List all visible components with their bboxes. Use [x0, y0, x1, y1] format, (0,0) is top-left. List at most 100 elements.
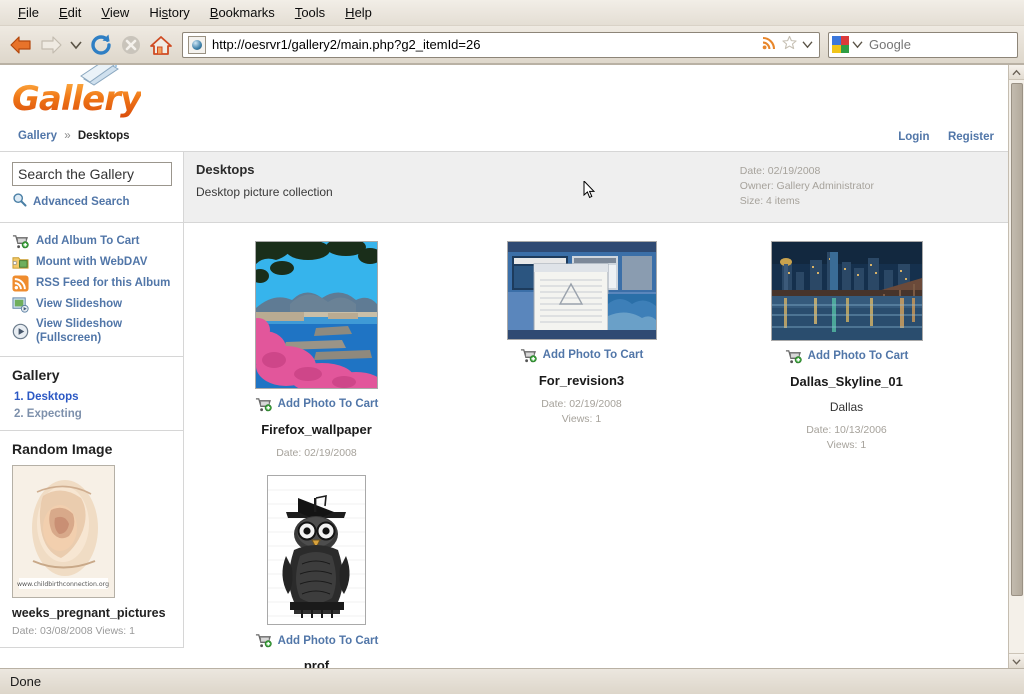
menu-tools[interactable]: Tools: [285, 3, 335, 22]
gallery-logo-text: Gallery: [12, 79, 142, 119]
chevron-down-icon[interactable]: [802, 36, 813, 54]
add-photo-to-cart-link[interactable]: Add Photo To Cart: [278, 398, 379, 410]
chevron-down-icon[interactable]: [852, 36, 863, 54]
add-photo-to-cart-link[interactable]: Add Photo To Cart: [808, 350, 909, 362]
item-views: Views: 1: [561, 413, 602, 426]
status-text: Done: [10, 674, 42, 689]
sidebar: Advanced Search: [0, 152, 184, 648]
action-label[interactable]: Add Album To Cart: [36, 234, 140, 248]
back-button[interactable]: [6, 30, 36, 60]
album-main: Desktops Desktop picture collection Date…: [184, 152, 1008, 668]
scroll-up-button[interactable]: [1008, 65, 1024, 80]
album-date: Date: 02/19/2008: [739, 165, 821, 177]
stop-button[interactable]: [116, 30, 146, 60]
search-input[interactable]: [863, 36, 1024, 53]
register-link[interactable]: Register: [948, 131, 994, 143]
album-item: Add Photo To Cart Firefox_wallpaper Date…: [184, 237, 449, 472]
menu-help[interactable]: Help: [335, 3, 382, 22]
chevron-up-icon: [1012, 69, 1021, 75]
browser-search-box[interactable]: [828, 31, 1024, 58]
menu-history[interactable]: History: [139, 3, 199, 22]
gallery-search-input[interactable]: [12, 162, 172, 186]
item-title[interactable]: Dallas_Skyline_01: [790, 374, 903, 389]
random-image-thumbnail[interactable]: www.childbirthconnection.org: [12, 464, 115, 598]
cart-add-icon: [12, 233, 29, 250]
item-date: Date: 10/13/2006: [806, 423, 887, 436]
action-rss-feed[interactable]: RSS Feed for this Album: [12, 275, 173, 292]
album-metadata: Date: 02/19/2008 Owner: Gallery Administ…: [740, 162, 994, 210]
menu-bar: File Edit View History Bookmarks Tools H…: [0, 0, 1024, 26]
reload-button[interactable]: [86, 30, 116, 60]
add-to-cart-row[interactable]: Add Photo To Cart: [255, 632, 379, 649]
scrollbar-thumb[interactable]: [1010, 83, 1023, 596]
item-meta: Date: 10/13/2006 Views: 1: [806, 423, 887, 455]
forward-button[interactable]: [36, 30, 66, 60]
add-photo-to-cart-link[interactable]: Add Photo To Cart: [278, 635, 379, 647]
advanced-search-link[interactable]: Advanced Search: [33, 196, 130, 208]
rss-icon: [12, 275, 29, 292]
login-link[interactable]: Login: [898, 131, 929, 143]
menu-bookmarks[interactable]: Bookmarks: [200, 3, 285, 22]
action-label[interactable]: RSS Feed for this Album: [36, 276, 170, 290]
history-dropdown-button[interactable]: [66, 30, 86, 60]
sidebar-album-desktops[interactable]: 1. Desktops: [14, 391, 173, 403]
action-view-slideshow[interactable]: View Slideshow: [12, 296, 173, 313]
menu-file[interactable]: File: [8, 3, 49, 22]
slideshow-icon: [12, 296, 29, 313]
menu-edit[interactable]: Edit: [49, 3, 91, 22]
rss-icon[interactable]: [762, 35, 777, 55]
action-add-album-to-cart[interactable]: Add Album To Cart: [12, 233, 173, 250]
item-title[interactable]: Firefox_wallpaper: [261, 422, 372, 437]
action-mount-with-webdav[interactable]: Mount with WebDAV: [12, 254, 173, 271]
action-view-slideshow-fullscreen[interactable]: View Slideshow (Fullscreen): [12, 317, 173, 346]
album-item-grid: Add Photo To Cart Firefox_wallpaper Date…: [184, 223, 1008, 668]
dallas-skyline-thumbnail: [771, 241, 922, 340]
home-button[interactable]: [146, 30, 176, 60]
add-to-cart-row[interactable]: Add Photo To Cart: [520, 347, 644, 364]
cart-add-icon: [255, 632, 272, 649]
google-icon[interactable]: [832, 36, 849, 53]
album-header: Desktops Desktop picture collection Date…: [184, 152, 1008, 223]
star-icon[interactable]: [782, 35, 797, 55]
add-to-cart-row[interactable]: Add Photo To Cart: [255, 396, 379, 413]
desktop-screenshot-thumbnail: [507, 241, 656, 339]
url-text[interactable]: http://oesrvr1/gallery2/main.php?g2_item…: [210, 37, 762, 52]
album-size: Size: 4 items: [739, 195, 800, 208]
add-photo-to-cart-link[interactable]: Add Photo To Cart: [543, 349, 644, 361]
action-label[interactable]: Mount with WebDAV: [36, 255, 147, 269]
action-label[interactable]: View Slideshow (Fullscreen): [36, 317, 164, 346]
scrollbar-track[interactable]: [1008, 80, 1024, 653]
breadcrumb-root[interactable]: Gallery: [18, 130, 57, 142]
page-title: Desktops: [196, 162, 255, 177]
item-title[interactable]: prof: [304, 658, 329, 668]
bay-landscape-thumbnail: [256, 241, 377, 388]
logo-sparkle-icon: [80, 65, 119, 86]
sidebar-actions-block: Add Album To Cart Mount with WebDAV RSS …: [0, 223, 183, 357]
gallery-logo[interactable]: Gallery: [0, 65, 1008, 123]
album-description: Desktop picture collection: [196, 185, 333, 199]
status-bar: Done: [0, 668, 1024, 694]
album-owner: Owner: Gallery Administrator: [739, 180, 874, 193]
play-circle-icon: [12, 323, 29, 340]
vertical-scrollbar[interactable]: [1008, 65, 1024, 668]
add-to-cart-row[interactable]: Add Photo To Cart: [785, 348, 909, 365]
url-bar[interactable]: http://oesrvr1/gallery2/main.php?g2_item…: [182, 31, 820, 58]
item-thumbnail-link[interactable]: [770, 240, 923, 341]
item-thumbnail-link[interactable]: [506, 240, 657, 340]
menu-view[interactable]: View: [91, 3, 139, 22]
action-label[interactable]: View Slideshow: [36, 297, 122, 311]
scroll-down-button[interactable]: [1008, 653, 1024, 668]
album-item: Add Photo To Cart prof Date: 02/20/2008: [184, 471, 449, 668]
sidebar-album-expecting[interactable]: 2. Expecting: [14, 408, 173, 420]
owl-professor-thumbnail: [268, 476, 365, 625]
item-date: Date: 02/19/2008: [276, 446, 357, 459]
item-thumbnail-link[interactable]: [267, 475, 366, 626]
item-thumbnail-link[interactable]: [255, 240, 378, 389]
random-image-title[interactable]: weeks_pregnant_pictures: [12, 606, 173, 620]
item-meta: Date: 02/19/2008 Views: 1: [541, 397, 622, 429]
item-date: Date: 02/19/2008: [541, 397, 622, 410]
item-title[interactable]: For_revision3: [539, 373, 624, 388]
cart-add-icon: [785, 348, 802, 365]
item-meta: Date: 02/19/2008: [276, 446, 357, 462]
page-viewport: Gallery Gallery » Desktops Login Registe…: [0, 64, 1024, 668]
